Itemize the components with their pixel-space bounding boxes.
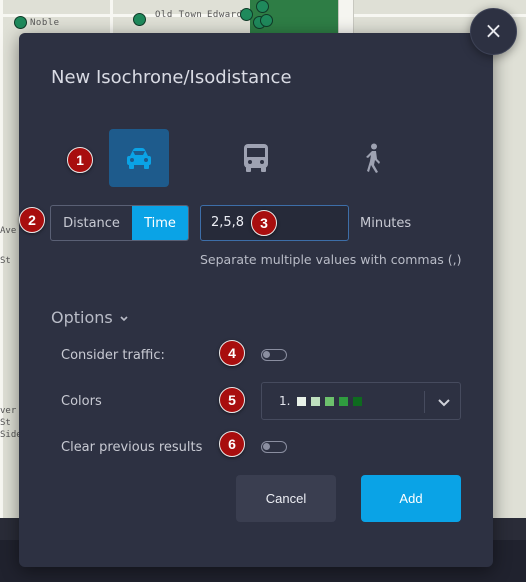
annotation-marker-6: 6 <box>219 431 245 457</box>
select-divider <box>424 391 425 413</box>
map-label: Old Town <box>155 10 203 20</box>
clear-previous-switch[interactable] <box>261 441 287 453</box>
color-swatch <box>310 396 321 407</box>
map-label: St <box>0 418 11 428</box>
colors-selected-number: 1. <box>279 394 291 408</box>
annotation-marker-2: 2 <box>19 207 45 233</box>
map-pin[interactable] <box>133 13 146 26</box>
close-icon: × <box>484 19 503 44</box>
consider-traffic-label: Consider traffic: <box>61 348 165 363</box>
isochrone-dialog: New Isochrone/Isodistance Distance Time … <box>19 33 493 567</box>
map-label: ver <box>0 406 17 416</box>
clear-previous-label: Clear previous results <box>61 440 203 455</box>
color-swatch <box>338 396 349 407</box>
measure-time-option[interactable]: Time <box>132 206 188 240</box>
close-button[interactable]: × <box>470 8 517 55</box>
color-swatch <box>324 396 335 407</box>
mode-car-button[interactable] <box>109 129 169 187</box>
map-label: Ave <box>0 226 17 236</box>
bus-icon <box>244 144 268 172</box>
measure-segmented-control: Distance Time <box>50 205 189 241</box>
walking-person-icon <box>366 143 380 173</box>
unit-label: Minutes <box>360 216 412 231</box>
color-swatch <box>296 396 307 407</box>
color-swatch <box>352 396 363 407</box>
color-swatches <box>296 396 366 407</box>
chevron-down-icon[interactable] <box>432 390 456 414</box>
map-pin[interactable] <box>240 8 253 21</box>
annotation-marker-3: 3 <box>251 210 277 236</box>
dialog-title: New Isochrone/Isodistance <box>51 67 292 88</box>
cancel-button[interactable]: Cancel <box>236 475 336 522</box>
measure-distance-option[interactable]: Distance <box>51 206 132 240</box>
map-pin[interactable] <box>260 14 273 27</box>
car-icon <box>127 148 151 169</box>
colors-label: Colors <box>61 394 102 409</box>
map-pin[interactable] <box>14 16 27 29</box>
annotation-marker-4: 4 <box>219 340 245 366</box>
map-pin[interactable] <box>256 0 269 13</box>
chevron-down-icon <box>120 316 128 322</box>
options-toggle[interactable]: Options <box>51 308 129 327</box>
annotation-marker-5: 5 <box>219 387 245 413</box>
map-label: St <box>0 256 11 266</box>
options-toggle-label: Options <box>51 308 113 327</box>
mode-transit-button[interactable] <box>226 129 286 187</box>
map-label: Noble <box>30 18 60 28</box>
mode-walking-button[interactable] <box>343 129 403 187</box>
add-button[interactable]: Add <box>361 475 461 522</box>
colors-select[interactable]: 1. <box>261 382 461 420</box>
values-hint: Separate multiple values with commas (,) <box>200 252 462 267</box>
consider-traffic-switch[interactable] <box>261 349 287 361</box>
annotation-marker-1: 1 <box>67 147 93 173</box>
